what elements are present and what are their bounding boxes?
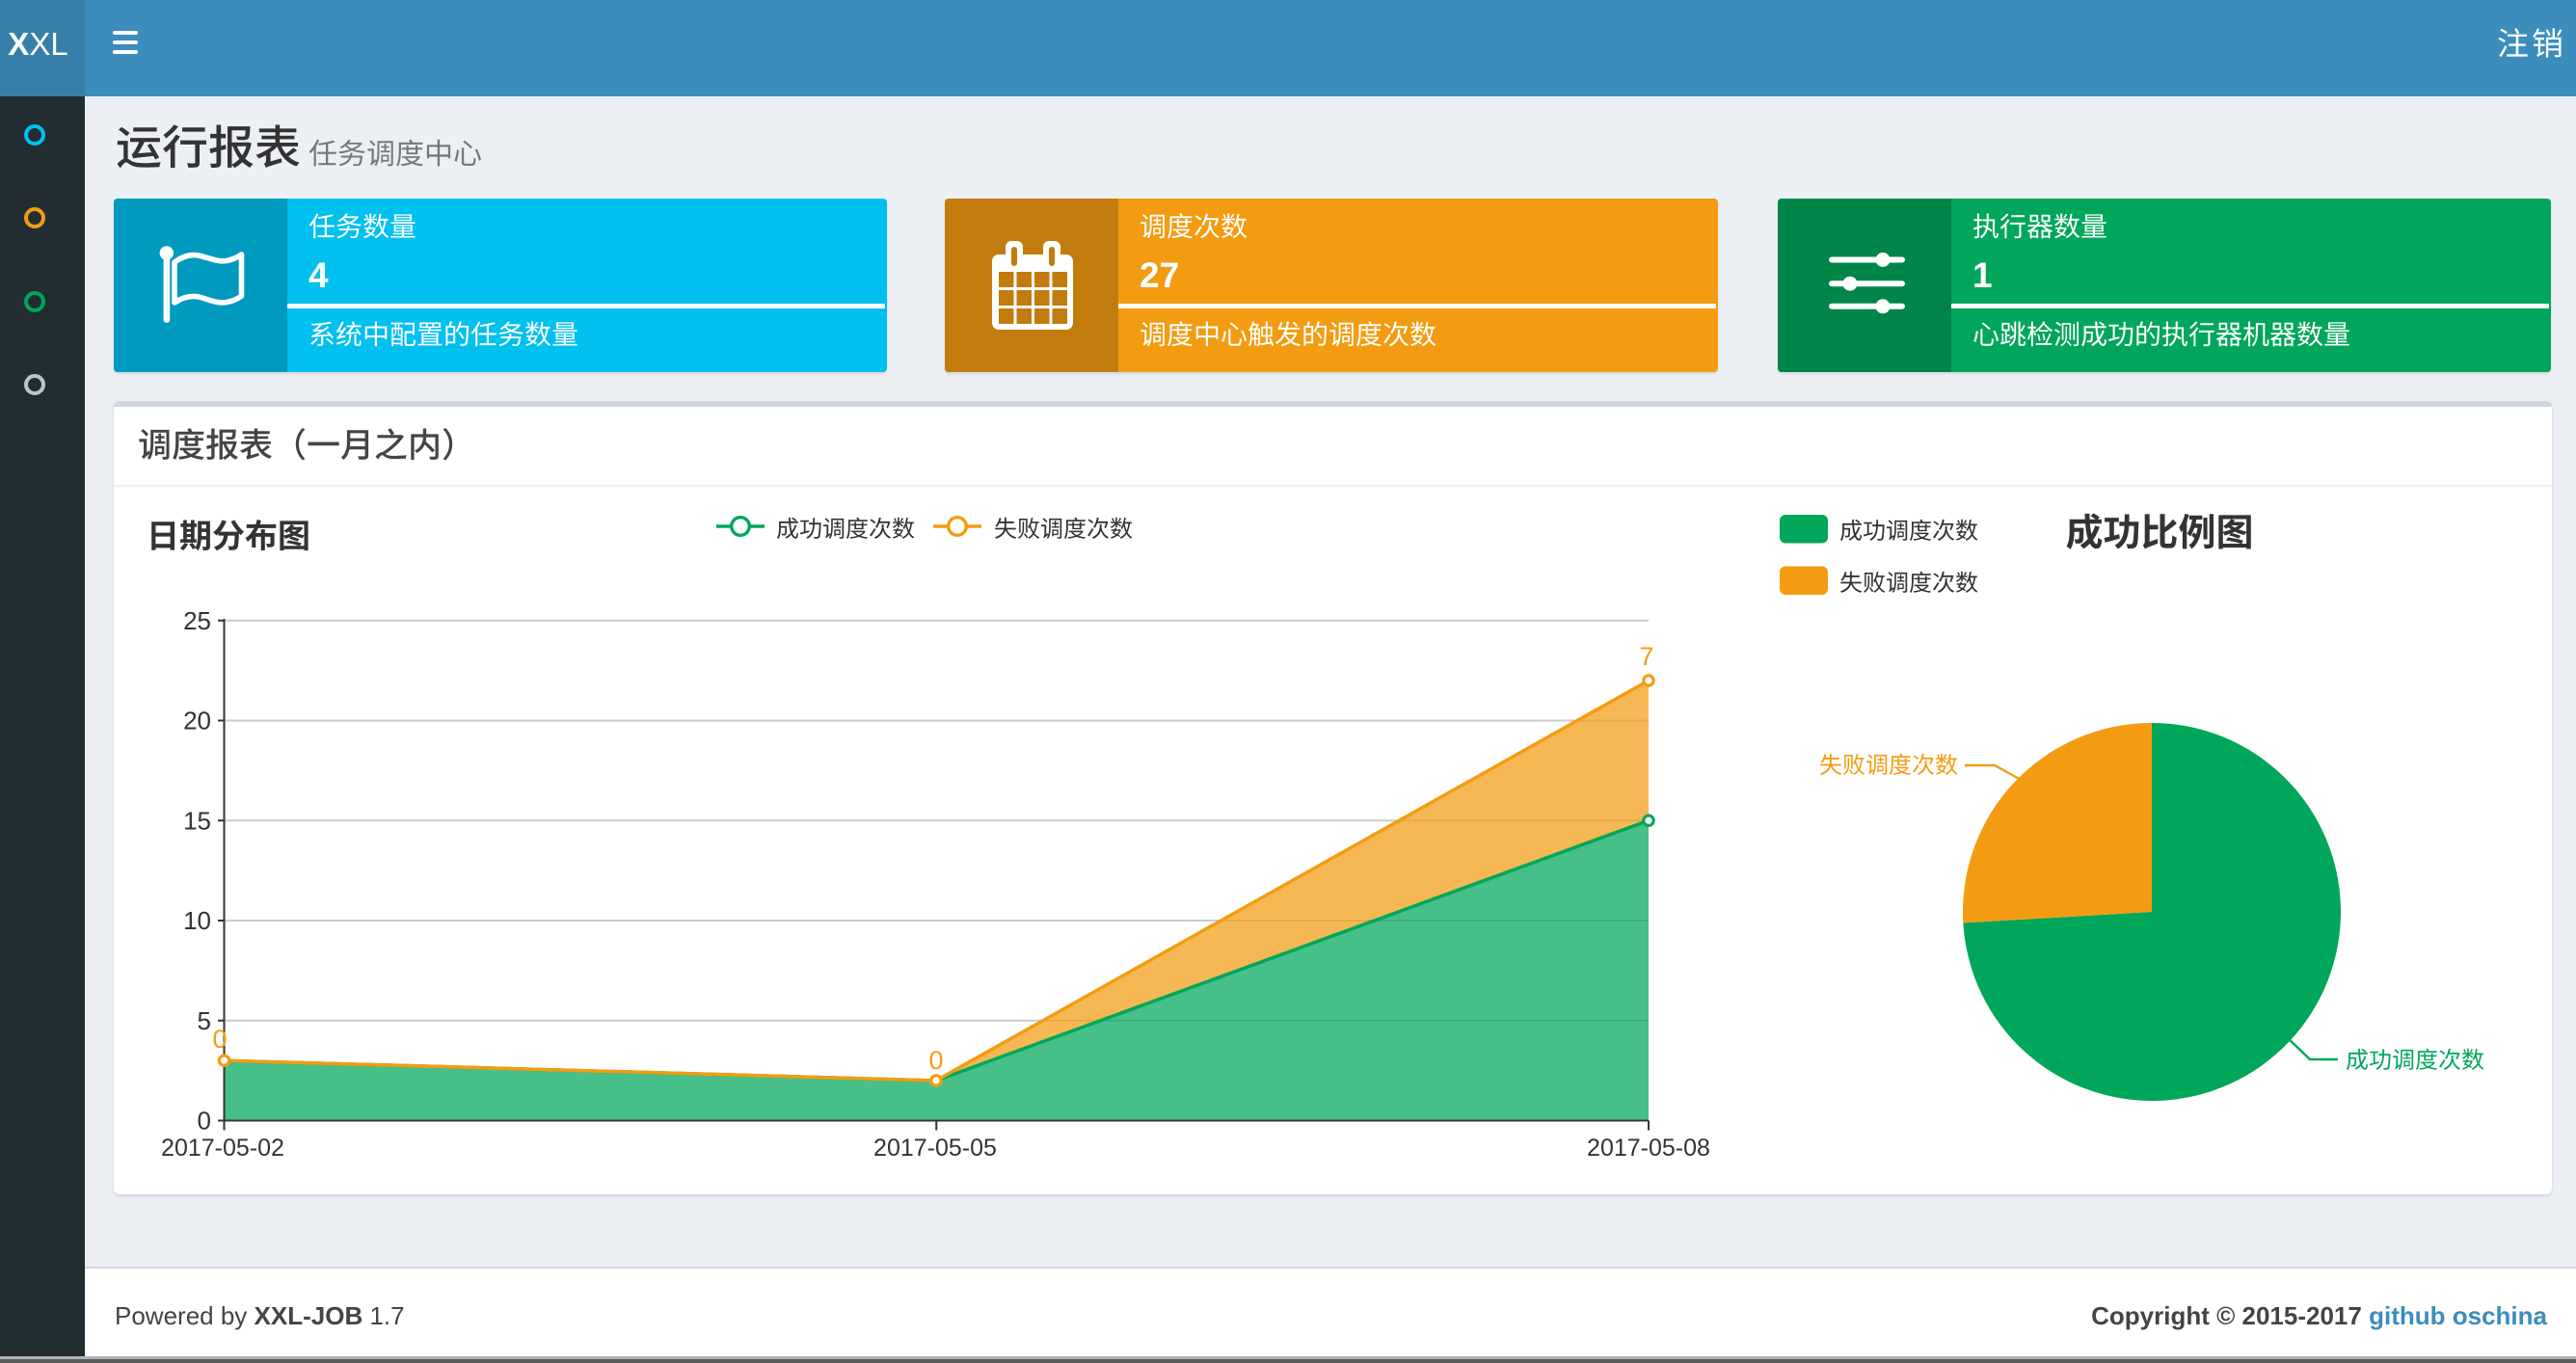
svg-text:27: 27 bbox=[1140, 255, 1179, 295]
svg-text:5: 5 bbox=[198, 1006, 211, 1035]
svg-text:2017-05-02: 2017-05-02 bbox=[161, 1135, 284, 1162]
svg-text:4: 4 bbox=[309, 255, 329, 295]
svg-text:2017-05-08: 2017-05-08 bbox=[1587, 1135, 1710, 1162]
svg-text:1: 1 bbox=[1972, 255, 1993, 295]
svg-text:Powered by XXL-JOB 1.7: Powered by XXL-JOB 1.7 bbox=[115, 1301, 405, 1330]
svg-text:20: 20 bbox=[183, 707, 211, 735]
svg-text:0: 0 bbox=[212, 1025, 227, 1054]
svg-text:0: 0 bbox=[198, 1107, 211, 1136]
svg-text:15: 15 bbox=[183, 806, 211, 835]
svg-text:2017-05-05: 2017-05-05 bbox=[873, 1135, 997, 1162]
svg-text:25: 25 bbox=[183, 606, 211, 635]
svg-text:0: 0 bbox=[928, 1046, 943, 1075]
svg-text:7: 7 bbox=[1639, 642, 1653, 671]
svg-text:10: 10 bbox=[183, 906, 211, 935]
svg-text:Copyright © 2015-2017 github: Copyright © 2015-2017 github oschina bbox=[2091, 1301, 2547, 1330]
